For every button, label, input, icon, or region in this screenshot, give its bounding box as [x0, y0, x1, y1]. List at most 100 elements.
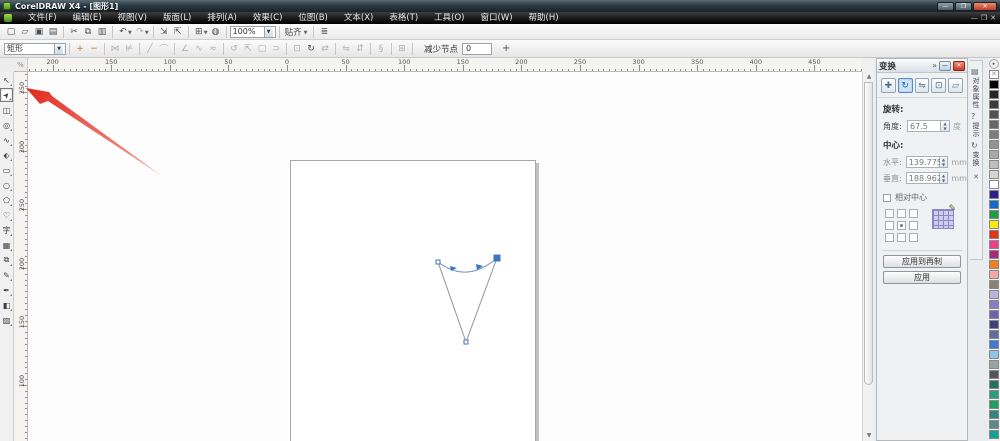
- close-curve-icon[interactable]: ▢: [255, 42, 269, 55]
- palette-flyout-icon[interactable]: ▸: [989, 59, 999, 69]
- vertical-input[interactable]: 188.962: [905, 172, 942, 184]
- color-swatch-26[interactable]: [989, 340, 999, 349]
- color-swatch-6[interactable]: [989, 140, 999, 149]
- smooth-node-icon[interactable]: ∿: [192, 42, 206, 55]
- menu-item-7[interactable]: 文本(X): [336, 12, 381, 24]
- rectangle-tool-button[interactable]: ▭: [0, 163, 13, 177]
- color-swatch-12[interactable]: [989, 200, 999, 209]
- color-swatch-10[interactable]: [989, 180, 999, 189]
- menu-item-2[interactable]: 视图(V): [110, 12, 155, 24]
- import-icon[interactable]: ⇲: [157, 25, 171, 38]
- paste-icon[interactable]: ▥: [95, 25, 109, 38]
- align-nodes-icon[interactable]: ⇄: [318, 42, 332, 55]
- anchor-cell-5[interactable]: [909, 221, 918, 230]
- open-icon[interactable]: ▱: [18, 25, 32, 38]
- color-swatch-29[interactable]: [989, 370, 999, 379]
- color-swatch-7[interactable]: [989, 150, 999, 159]
- rotate-skew-nodes-icon[interactable]: ↻: [304, 42, 318, 55]
- elastic-mode-icon[interactable]: §: [374, 42, 388, 55]
- join-nodes-icon[interactable]: ⋈: [108, 42, 122, 55]
- color-swatch-0[interactable]: [989, 80, 999, 89]
- select-all-nodes-icon[interactable]: ⊞: [395, 42, 409, 55]
- save-icon[interactable]: ▣: [32, 25, 46, 38]
- anchor-cell-2[interactable]: [909, 209, 918, 218]
- color-swatch-8[interactable]: [989, 160, 999, 169]
- color-swatch-3[interactable]: [989, 110, 999, 119]
- menu-item-4[interactable]: 排列(A): [199, 12, 244, 24]
- page[interactable]: [290, 160, 536, 441]
- color-swatch-16[interactable]: [989, 240, 999, 249]
- apply-to-duplicate-button[interactable]: 应用到再制: [883, 255, 961, 268]
- smart-fill-tool-button[interactable]: ⬖: [0, 148, 13, 162]
- ruler-origin-icon[interactable]: %: [14, 58, 28, 72]
- color-swatch-18[interactable]: [989, 260, 999, 269]
- pick-tool-button[interactable]: ↖: [0, 73, 13, 87]
- docker-close-button[interactable]: ✕: [953, 60, 965, 71]
- docker-tabs-close-icon[interactable]: ✕: [973, 173, 979, 181]
- eyedropper-tool-button[interactable]: ✎: [0, 268, 13, 282]
- relative-center-checkbox[interactable]: [883, 193, 891, 202]
- freehand-tool-button[interactable]: ∿: [0, 133, 13, 147]
- color-swatch-20[interactable]: [989, 280, 999, 289]
- menu-item-6[interactable]: 位图(B): [290, 12, 335, 24]
- chevron-down-icon[interactable]: ▼: [54, 43, 63, 54]
- color-swatch-4[interactable]: [989, 120, 999, 129]
- horizontal-spinner[interactable]: ▲ ▼: [939, 156, 949, 168]
- reflect-nodes-h-icon[interactable]: ⇋: [339, 42, 353, 55]
- color-swatch-22[interactable]: [989, 300, 999, 309]
- transform-position-button[interactable]: ✚: [881, 78, 896, 93]
- color-swatch-14[interactable]: [989, 220, 999, 229]
- extend-curve-icon[interactable]: ⊃: [269, 42, 283, 55]
- color-swatch-13[interactable]: [989, 210, 999, 219]
- reverse-direction-icon[interactable]: ↺: [227, 42, 241, 55]
- chevron-down-icon[interactable]: ▼: [263, 26, 273, 37]
- fill-tool-button[interactable]: ◧: [0, 298, 13, 312]
- convert-to-line-icon[interactable]: ╱: [143, 42, 157, 55]
- tab-object-properties[interactable]: ▤ 对象属性: [971, 64, 981, 109]
- anchor-cell-3[interactable]: [885, 221, 894, 230]
- shape-tool-button[interactable]: ➤: [0, 88, 13, 102]
- chevron-down-icon[interactable]: ▼: [128, 30, 132, 36]
- anchor-cell-4[interactable]: [897, 221, 906, 230]
- anchor-cell-7[interactable]: [897, 233, 906, 242]
- polygon-tool-button[interactable]: ⬠: [0, 193, 13, 207]
- color-swatch-27[interactable]: [989, 350, 999, 359]
- color-swatch-28[interactable]: [989, 360, 999, 369]
- delete-node-icon[interactable]: −: [87, 42, 101, 55]
- transform-rotate-button[interactable]: ↻: [897, 78, 913, 93]
- color-swatch-21[interactable]: [989, 290, 999, 299]
- transform-skew-button[interactable]: ▱: [948, 78, 963, 93]
- color-swatch-5[interactable]: [989, 130, 999, 139]
- color-swatch-1[interactable]: [989, 90, 999, 99]
- close-button[interactable]: ✕: [973, 1, 997, 11]
- doc-minimize-button[interactable]: —: [971, 13, 978, 23]
- add-node-icon[interactable]: +: [73, 42, 87, 55]
- tab-hints[interactable]: ? 提示: [971, 109, 981, 138]
- cusp-node-icon[interactable]: ∠: [178, 42, 192, 55]
- table-tool-button[interactable]: ▦: [0, 238, 13, 252]
- color-swatch-32[interactable]: [989, 400, 999, 409]
- anchor-cell-1[interactable]: [897, 209, 906, 218]
- export-icon[interactable]: ⇱: [171, 25, 185, 38]
- minimize-button[interactable]: —: [937, 1, 954, 11]
- maximize-button[interactable]: ❐: [955, 1, 972, 11]
- color-swatch-2[interactable]: [989, 100, 999, 109]
- menu-item-3[interactable]: 版面(L): [155, 12, 199, 24]
- color-swatch-31[interactable]: [989, 390, 999, 399]
- color-swatch-15[interactable]: [989, 230, 999, 239]
- curve-smoothness-slider[interactable]: +: [502, 43, 510, 54]
- zoom-level-combo[interactable]: 100% ▼: [229, 25, 276, 38]
- color-swatch-11[interactable]: [989, 190, 999, 199]
- menu-item-5[interactable]: 效果(C): [245, 12, 291, 24]
- break-curve-icon[interactable]: ⊭: [122, 42, 136, 55]
- color-swatch-23[interactable]: [989, 310, 999, 319]
- angle-spinner[interactable]: ▲ ▼: [941, 120, 950, 132]
- snap-to-button[interactable]: 贴齐 ▼: [283, 25, 311, 38]
- tab-transform[interactable]: ↻ 变换: [971, 138, 981, 167]
- options-icon[interactable]: ≣: [317, 25, 331, 38]
- cut-icon[interactable]: ✂: [67, 25, 81, 38]
- zoom-tool-button[interactable]: ◎: [0, 118, 13, 132]
- text-tool-button[interactable]: 字: [0, 223, 13, 237]
- apply-button[interactable]: 应用: [883, 271, 961, 284]
- interactive-fill-tool-button[interactable]: ▨: [0, 313, 13, 327]
